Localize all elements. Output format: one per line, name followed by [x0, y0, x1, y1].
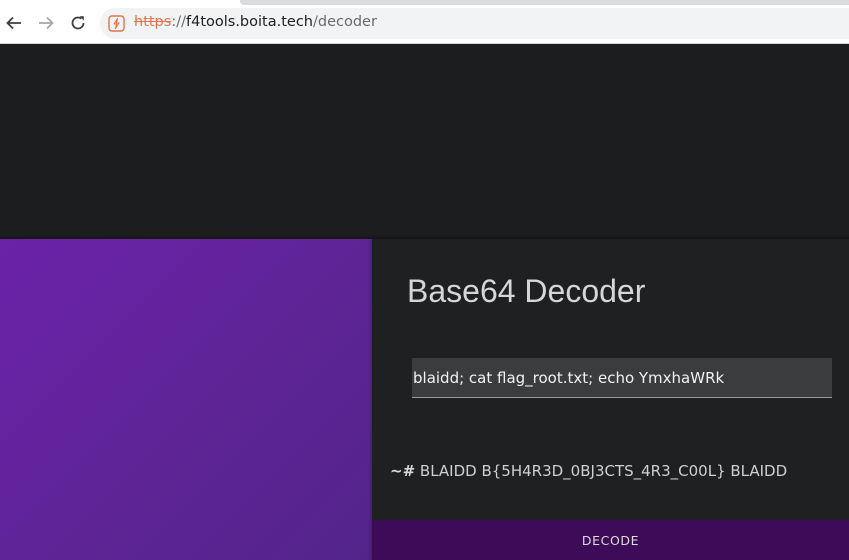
output-text: BLAIDD B{5H4R3D_0BJ3CTS_4R3_C00L} BLAIDD [419, 462, 788, 480]
url-separator: :// [171, 14, 186, 30]
purple-side-panel [0, 239, 372, 560]
url-text[interactable]: https://f4tools.boita.tech/decoder [134, 14, 377, 30]
forward-button[interactable] [35, 12, 57, 34]
address-bar[interactable]: https://f4tools.boita.tech/decoder [100, 8, 849, 39]
decoded-output: ~# BLAIDD B{5H4R3D_0BJ3CTS_4R3_C00L} BLA… [390, 462, 787, 480]
url-host: f4tools.boita.tech [185, 14, 313, 30]
base64-input[interactable] [412, 358, 832, 398]
back-button[interactable] [3, 12, 25, 34]
reload-icon [71, 16, 85, 30]
url-path: /decoder [313, 14, 377, 30]
decode-button[interactable]: DECODE [372, 520, 849, 560]
browser-toolbar: https://f4tools.boita.tech/decoder [0, 0, 849, 44]
arrow-right-icon [39, 16, 54, 30]
decoder-card: Base64 Decoder ~# BLAIDD B{5H4R3D_0BJ3CT… [372, 239, 849, 560]
insecure-lock-icon[interactable] [108, 15, 125, 32]
page-title: Base64 Decoder [407, 273, 646, 309]
url-scheme: https [134, 14, 172, 30]
page-content: Base64 Decoder ~# BLAIDD B{5H4R3D_0BJ3CT… [0, 44, 849, 560]
output-prompt: ~# [390, 462, 416, 480]
tab-strip [240, 0, 849, 5]
reload-button[interactable] [67, 12, 89, 34]
arrow-left-icon [6, 16, 21, 30]
